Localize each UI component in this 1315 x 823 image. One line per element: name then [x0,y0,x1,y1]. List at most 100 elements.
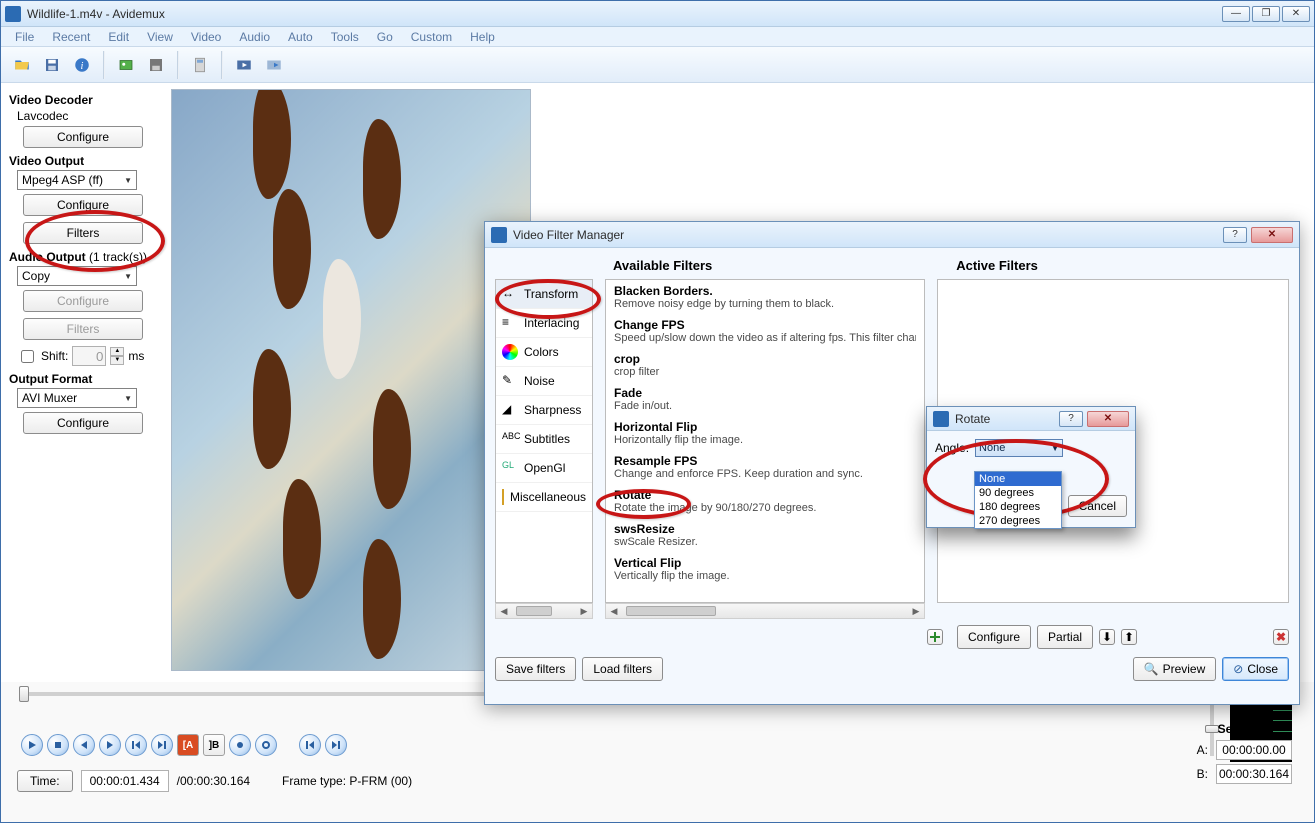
filter-change-fps[interactable]: Change FPSSpeed up/slow down the video a… [606,314,924,348]
category-sharpness[interactable]: ◢Sharpness [496,396,592,425]
menu-file[interactable]: File [7,29,42,45]
output-format-select[interactable]: AVI Muxer ▼ [17,388,137,408]
angle-option-none[interactable]: None [975,472,1061,486]
rotate-close-button[interactable]: ✕ [1087,411,1129,427]
window-title: Wildlife-1.m4v - Avidemux [27,7,1222,21]
time-current[interactable]: 00:00:01.434 [81,770,169,792]
filter-resample-fps[interactable]: Resample FPSChange and enforce FPS. Keep… [606,450,924,484]
save-icon[interactable] [39,52,65,78]
audio-configure-button[interactable]: Configure [23,290,143,312]
info-icon[interactable]: i [69,52,95,78]
category-label: Interlacing [524,316,579,330]
filter-crop[interactable]: cropcrop filter [606,348,924,382]
decoder-configure-button[interactable]: Configure [23,126,143,148]
filter-name: crop [614,352,916,366]
save-filters-button[interactable]: Save filters [495,657,576,681]
menu-video[interactable]: Video [183,29,229,45]
next-black-frame-button[interactable] [255,734,277,756]
angle-combo[interactable]: None ▼ [975,439,1063,457]
menu-custom[interactable]: Custom [403,29,460,45]
category-subtitles[interactable]: ABCSubtitles [496,425,592,454]
menu-auto[interactable]: Auto [280,29,321,45]
category-opengl[interactable]: GLOpenGl [496,454,592,483]
menu-audio[interactable]: Audio [231,29,278,45]
filter-swsresize[interactable]: swsResizeswScale Resizer. [606,518,924,552]
time-total: /00:00:30.164 [177,774,250,788]
window-close-button[interactable]: ✕ [1282,6,1310,22]
video-output-select[interactable]: Mpeg4 ASP (ff) ▼ [17,170,137,190]
close-icon: ⊘ [1233,662,1243,676]
load-filters-button[interactable]: Load filters [582,657,663,681]
help-button[interactable]: ? [1223,227,1247,243]
save-image-icon[interactable] [143,52,169,78]
prev-keyframe-button[interactable] [125,734,147,756]
shift-spinner[interactable]: ▲▼ [110,347,124,365]
menu-view[interactable]: View [139,29,181,45]
output-format-configure-button[interactable]: Configure [23,412,143,434]
category-transform[interactable]: ↔Transform [496,280,592,309]
timeline-slider-thumb[interactable] [19,686,29,702]
close-button[interactable]: ⊘Close [1222,657,1289,681]
category-interlacing[interactable]: ≡Interlacing [496,309,592,338]
add-filter-button[interactable] [927,629,943,645]
menu-go[interactable]: Go [369,29,401,45]
category-noise[interactable]: ✎Noise [496,367,592,396]
menu-help[interactable]: Help [462,29,503,45]
filter-blacken-borders[interactable]: Blacken Borders.Remove noisy edge by tur… [606,280,924,314]
minimize-button[interactable]: — [1222,6,1250,22]
filter-rotate[interactable]: RotateRotate the image by 90/180/270 deg… [606,484,924,518]
category-scrollbar[interactable]: ◀▶ [495,603,593,619]
prev-frame-button[interactable] [73,734,95,756]
play-selection-icon[interactable] [261,52,287,78]
filter-vertical-flip[interactable]: Vertical FlipVertically flip the image. [606,552,924,586]
next-keyframe-button[interactable] [151,734,173,756]
shift-checkbox[interactable] [21,350,34,363]
goto-end-button[interactable] [325,734,347,756]
filter-manager-close-button[interactable]: ✕ [1251,227,1293,243]
menu-recent[interactable]: Recent [44,29,98,45]
calculator-icon[interactable] [187,52,213,78]
move-down-button[interactable]: ⬇ [1099,629,1115,645]
shift-input[interactable] [72,346,106,366]
misc-icon [502,489,504,505]
rotate-cancel-button[interactable]: Cancel [1068,495,1127,517]
time-label-button[interactable]: Time: [17,770,73,792]
next-frame-button[interactable] [99,734,121,756]
active-partial-button[interactable]: Partial [1037,625,1093,649]
play-button[interactable] [21,734,43,756]
filter-fade[interactable]: FadeFade in/out. [606,382,924,416]
open-image-icon[interactable] [113,52,139,78]
audio-filters-button[interactable]: Filters [23,318,143,340]
opengl-icon: GL [502,460,518,476]
play-video-icon[interactable] [231,52,257,78]
move-up-button[interactable]: ⬆ [1121,629,1137,645]
stop-button[interactable] [47,734,69,756]
maximize-button[interactable]: ❐ [1252,6,1280,22]
video-output-filters-button[interactable]: Filters [23,222,143,244]
fm-columns: ↔Transform ≡Interlacing Colors ✎Noise ◢S… [495,279,1289,619]
goto-start-button[interactable] [299,734,321,756]
category-colors[interactable]: Colors [496,338,592,367]
audio-output-select[interactable]: Copy ▼ [17,266,137,286]
angle-option-90[interactable]: 90 degrees [975,486,1061,500]
open-icon[interactable] [9,52,35,78]
filters-scrollbar[interactable]: ◀▶ [605,603,925,619]
angle-option-180[interactable]: 180 degrees [975,500,1061,514]
set-marker-a-button[interactable]: [A [177,734,199,756]
menu-tools[interactable]: Tools [323,29,367,45]
rotate-help-button[interactable]: ? [1059,411,1083,427]
filter-horizontal-flip[interactable]: Horizontal FlipHorizontally flip the ima… [606,416,924,450]
category-misc[interactable]: Miscellaneous [496,483,592,512]
active-configure-button[interactable]: Configure [957,625,1031,649]
spinner-up-icon[interactable]: ▲ [110,347,124,356]
prev-black-frame-button[interactable] [229,734,251,756]
spinner-down-icon[interactable]: ▼ [110,356,124,365]
angle-option-270[interactable]: 270 degrees [975,514,1061,528]
category-label: Transform [524,287,578,301]
preview-button[interactable]: 🔍Preview [1133,657,1217,681]
remove-filter-button[interactable]: ✖ [1273,629,1289,645]
set-marker-b-button[interactable]: ]B [203,734,225,756]
video-decoder-value: Lavcodec [17,109,159,123]
video-output-configure-button[interactable]: Configure [23,194,143,216]
menu-edit[interactable]: Edit [100,29,137,45]
